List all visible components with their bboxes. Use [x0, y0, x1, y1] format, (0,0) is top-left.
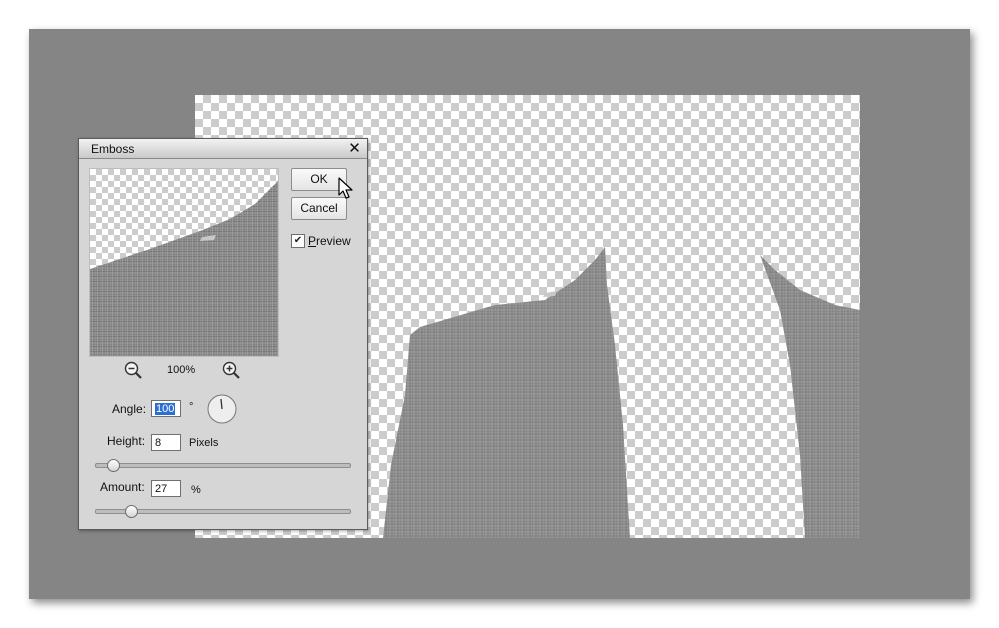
- dialog-title: Emboss: [91, 142, 135, 156]
- filter-preview[interactable]: [89, 168, 279, 357]
- height-input[interactable]: 8: [151, 434, 181, 451]
- angle-unit: °: [189, 401, 194, 413]
- preview-label-mnemonic: P: [308, 234, 317, 248]
- preview-image: [90, 181, 278, 356]
- jacket-left-shoulder: [383, 247, 630, 538]
- mouse-pointer-icon: [338, 177, 353, 199]
- preview-checkbox[interactable]: ✔: [291, 234, 305, 248]
- height-unit: Pixels: [189, 437, 219, 449]
- zoom-level: 100%: [167, 364, 196, 376]
- preview-checkbox-label[interactable]: Preview: [308, 234, 351, 248]
- jacket-right-shoulder: [760, 255, 860, 538]
- emboss-dialog: Emboss ✕ OK Cancel ✔ Preview 100% Angle:…: [78, 138, 368, 530]
- height-value: 8: [155, 437, 162, 449]
- angle-value: 100: [155, 403, 176, 415]
- angle-dial[interactable]: [207, 394, 237, 424]
- amount-unit: %: [191, 484, 201, 496]
- amount-value: 27: [155, 483, 168, 495]
- zoom-in-icon[interactable]: [222, 361, 240, 379]
- amount-input[interactable]: 27: [151, 480, 181, 497]
- angle-input[interactable]: 100: [151, 400, 181, 417]
- height-label: Height:: [107, 434, 146, 448]
- height-slider-track[interactable]: [95, 463, 351, 468]
- angle-label: Angle:: [112, 402, 147, 416]
- dialog-titlebar[interactable]: Emboss ✕: [79, 139, 367, 159]
- zoom-out-icon[interactable]: [124, 361, 142, 379]
- amount-slider-thumb[interactable]: [124, 505, 138, 518]
- amount-label: Amount:: [100, 480, 145, 494]
- close-icon[interactable]: ✕: [347, 140, 362, 156]
- height-slider-thumb[interactable]: [106, 459, 120, 472]
- preview-label-rest: review: [316, 234, 351, 248]
